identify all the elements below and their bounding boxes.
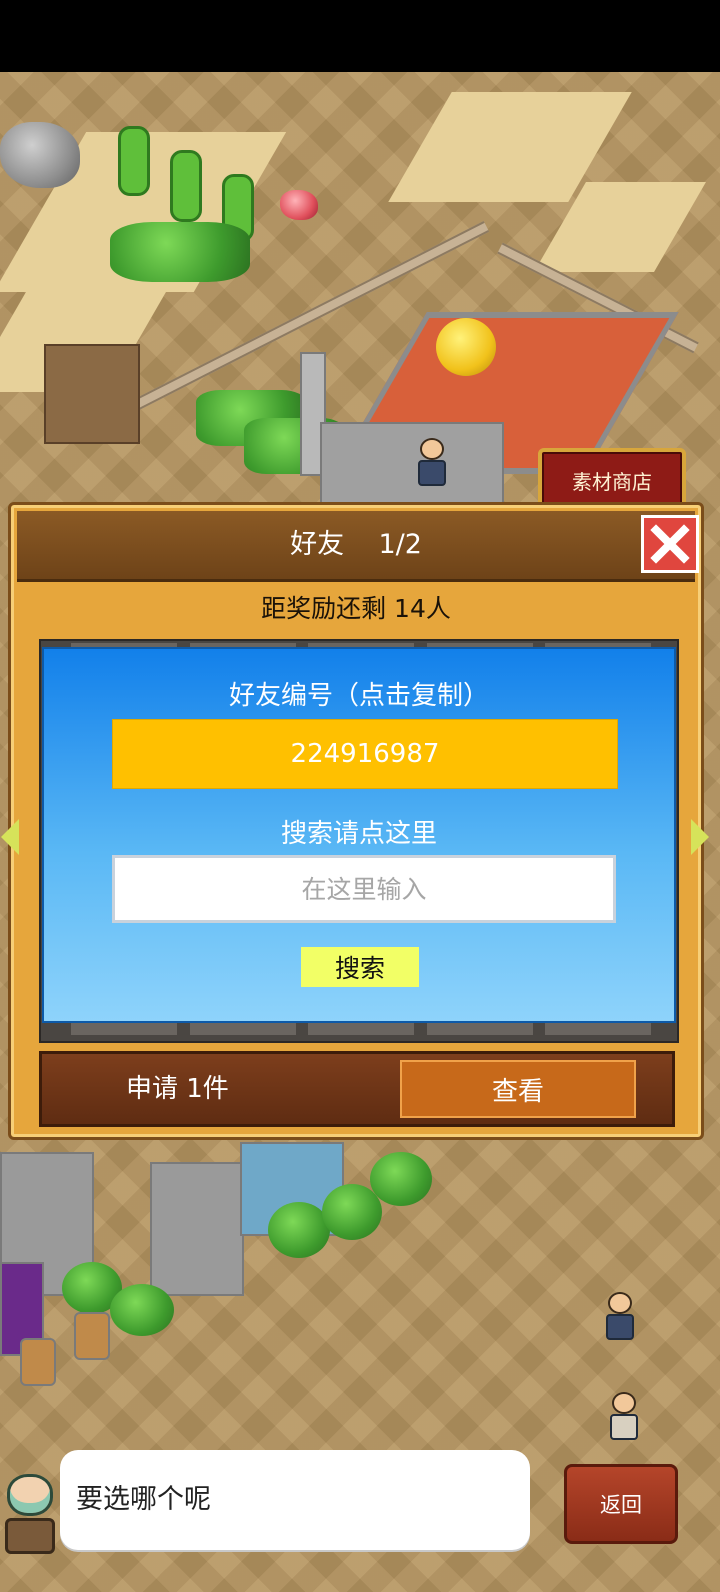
status-bar: [0, 0, 720, 72]
speech-bubble: 要选哪个呢: [60, 1450, 530, 1550]
close-icon: [650, 524, 690, 564]
cactus: [118, 126, 150, 196]
friend-code-value: 224916987: [290, 739, 440, 769]
barrel: [20, 1338, 56, 1386]
shop-building: [150, 1162, 244, 1296]
speech-text: 要选哪个呢: [76, 1484, 211, 1515]
ruby-gem: [280, 190, 318, 220]
room-front-wall: [320, 422, 504, 506]
dialog-title-text: 好友: [290, 529, 345, 560]
dialog-page: 1/2: [378, 529, 422, 560]
arrow-right-icon[interactable]: [691, 819, 709, 855]
flower-bush: [370, 1152, 432, 1206]
back-button-label: 返回: [600, 1493, 642, 1517]
friend-dialog: 好友 1/2 距奖励还剩 14人 好友编号（点击复制） 224916987 搜索…: [1, 502, 709, 1140]
flower-bush: [268, 1202, 330, 1258]
gate: [44, 344, 140, 444]
golden-chicken: [436, 318, 496, 376]
friend-code-copy-button[interactable]: 224916987: [112, 719, 618, 789]
villager[interactable]: [606, 1292, 634, 1340]
search-button-label: 搜索: [334, 954, 385, 983]
reward-remaining: 距奖励还剩 14人: [261, 594, 451, 623]
close-button[interactable]: [641, 515, 699, 573]
panel-slots-bottom: [71, 1023, 651, 1037]
rock: [0, 122, 80, 188]
friend-code-label: 好友编号（点击复制）: [228, 681, 489, 711]
flower-bush: [322, 1184, 382, 1240]
villager[interactable]: [418, 438, 446, 486]
request-bar: 申请 1件 查看: [39, 1051, 675, 1127]
flower-bush: [110, 1284, 174, 1336]
request-count: 申请 1件: [126, 1074, 229, 1104]
barrel: [74, 1312, 110, 1360]
arrow-left-icon[interactable]: [1, 819, 19, 855]
dialog-title: 好友 1/2: [17, 511, 695, 579]
cactus: [170, 150, 202, 222]
crop-field: [110, 222, 250, 282]
dialog-header: 好友 1/2: [17, 511, 699, 582]
search-input[interactable]: [112, 855, 616, 923]
material-shop-label: 素材商店: [572, 469, 652, 494]
advisor-avatar: [4, 1474, 56, 1554]
search-button[interactable]: 搜索: [301, 947, 419, 987]
villager[interactable]: [610, 1392, 638, 1440]
back-button[interactable]: 返回: [564, 1464, 678, 1544]
friend-code-panel: 好友编号（点击复制） 224916987 搜索请点这里 搜索: [42, 647, 676, 1023]
view-requests-button[interactable]: 查看: [400, 1060, 636, 1118]
search-label: 搜索请点这里: [280, 819, 437, 849]
view-button-label: 查看: [491, 1076, 544, 1107]
